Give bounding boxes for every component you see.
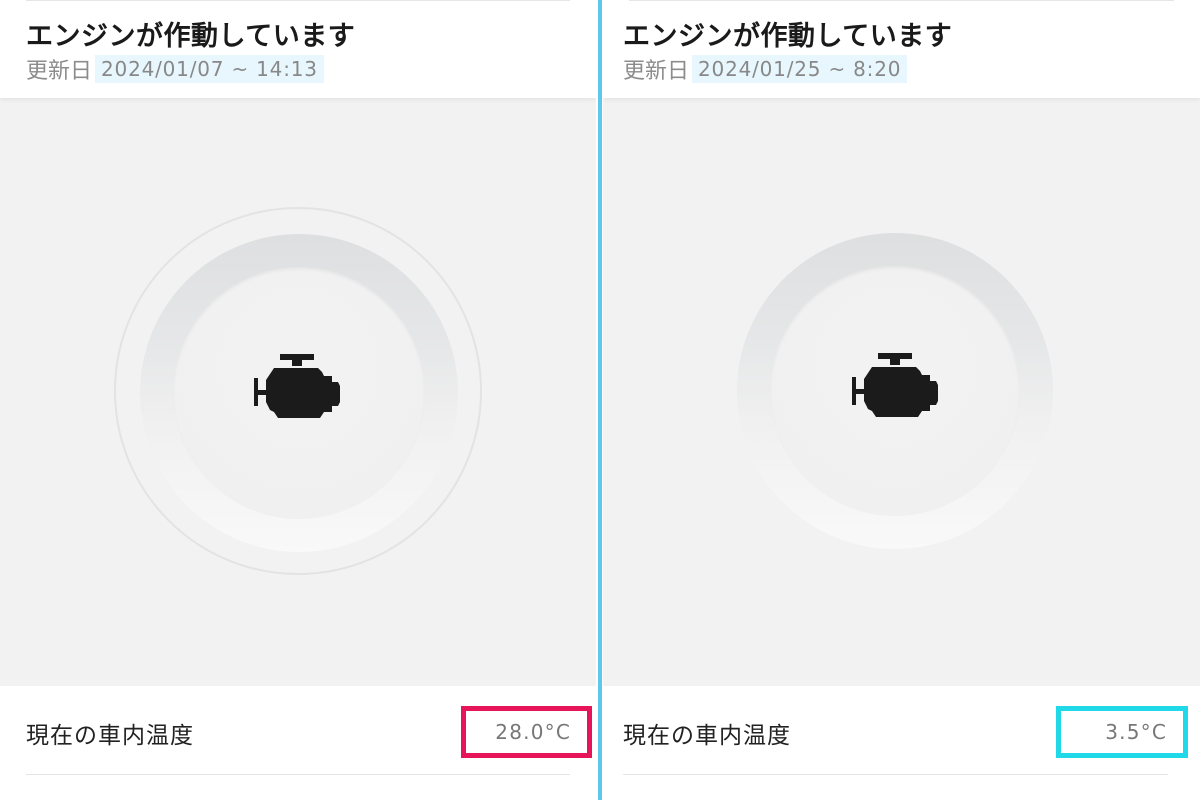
updated-label: 更新日	[623, 59, 690, 84]
header-top-divider	[26, 0, 570, 1]
right-panel: エンジンが作動しています 更新日 2024/01/25 ~ 8:20 現在の車内…	[603, 0, 1200, 800]
footer-divider	[623, 774, 1168, 775]
engine-dial-area	[603, 98, 1200, 686]
engine-status-title: エンジンが作動しています	[623, 21, 953, 52]
updated-info: 更新日 2024/01/07 ~ 14:13	[26, 54, 324, 84]
updated-timestamp: 2024/01/25 ~ 8:20	[692, 55, 908, 83]
status-header: エンジンが作動しています 更新日 2024/01/07 ~ 14:13	[0, 0, 596, 98]
engine-icon	[852, 353, 938, 417]
cabin-temperature-value: 28.0°C	[461, 706, 592, 758]
temperature-row: 現在の車内温度 3.5°C	[603, 686, 1200, 800]
updated-timestamp: 2024/01/07 ~ 14:13	[95, 55, 324, 83]
left-panel: エンジンが作動しています 更新日 2024/01/07 ~ 14:13 現在の車…	[0, 0, 596, 800]
engine-status-title: エンジンが作動しています	[26, 21, 356, 52]
cabin-temperature-label: 現在の車内温度	[623, 723, 791, 749]
status-header: エンジンが作動しています 更新日 2024/01/25 ~ 8:20	[603, 0, 1200, 98]
temperature-row: 現在の車内温度 28.0°C	[0, 686, 596, 800]
updated-info: 更新日 2024/01/25 ~ 8:20	[623, 54, 908, 84]
header-top-divider	[629, 0, 1174, 1]
cabin-temperature-label: 現在の車内温度	[26, 723, 194, 749]
comparison-view: エンジンが作動しています 更新日 2024/01/07 ~ 14:13 現在の車…	[0, 0, 1200, 800]
engine-icon	[254, 354, 340, 418]
engine-dial-area	[0, 98, 596, 686]
panel-divider	[596, 0, 603, 800]
updated-label: 更新日	[26, 59, 93, 84]
footer-divider	[26, 774, 570, 775]
cabin-temperature-value: 3.5°C	[1056, 706, 1188, 758]
